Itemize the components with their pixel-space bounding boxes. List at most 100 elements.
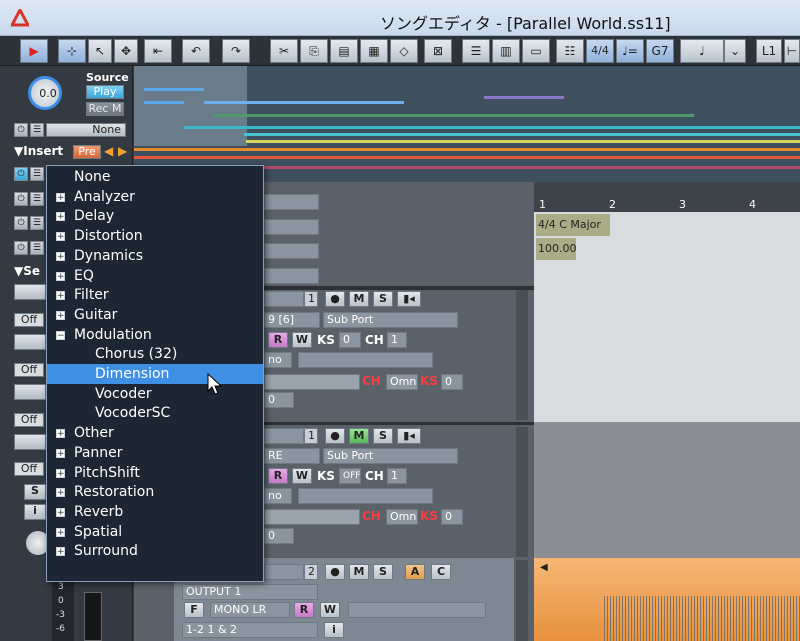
expand-icon[interactable]: + xyxy=(56,232,65,242)
more-button[interactable]: ⊢ xyxy=(784,39,800,63)
send2-bar[interactable] xyxy=(14,334,46,350)
track3-bar[interactable] xyxy=(348,602,486,618)
track1-record-icon[interactable]: ● xyxy=(325,291,345,307)
playhead-marker-icon[interactable]: ◀ xyxy=(540,562,548,573)
slot2-menu-icon[interactable]: ☰ xyxy=(30,192,44,206)
tempo-event[interactable]: 100.00 xyxy=(536,238,577,260)
play-button[interactable]: Play xyxy=(86,85,124,99)
marker-field[interactable] xyxy=(264,194,319,210)
track2-record-icon[interactable]: ● xyxy=(325,428,345,444)
expand-icon[interactable]: + xyxy=(56,271,65,281)
track1-video-icon[interactable]: ▮◂ xyxy=(397,291,421,307)
menu-item-panner[interactable]: + Panner xyxy=(47,443,263,463)
track1-read[interactable]: R xyxy=(268,332,288,348)
menu-item-restoration[interactable]: + Restoration xyxy=(47,482,263,502)
track3-write[interactable]: W xyxy=(320,602,340,618)
pointer-tool-button[interactable]: ↖ xyxy=(88,39,112,63)
send4-off[interactable]: Off xyxy=(14,462,44,476)
slot4-power-icon[interactable]: ⏻ xyxy=(14,241,28,255)
next-icon[interactable]: ▶ xyxy=(118,144,127,158)
track3-solo[interactable]: S xyxy=(373,564,393,580)
track1-mono[interactable]: no xyxy=(264,352,292,368)
expand-icon[interactable]: + xyxy=(56,507,65,517)
track1-omni[interactable]: Omni xyxy=(386,374,418,390)
menu-item-vocoder[interactable]: Vocoder xyxy=(47,384,263,404)
insert-menu-icon[interactable]: ☰ xyxy=(30,167,44,181)
expand-icon[interactable]: + xyxy=(56,291,65,301)
expand-icon[interactable]: + xyxy=(56,212,65,222)
track1-slider[interactable] xyxy=(264,374,360,390)
time-signature-button[interactable]: 4/4 xyxy=(586,39,614,63)
track1-bar[interactable] xyxy=(298,352,433,368)
track2-field[interactable]: RE xyxy=(264,448,320,464)
track1-field[interactable]: 9 [6] xyxy=(264,312,320,328)
menu-item-surround[interactable]: + Surround xyxy=(47,541,263,561)
list-view-button[interactable]: ☰ xyxy=(462,39,490,63)
track2-ks[interactable]: OFF xyxy=(339,468,361,484)
track2-read[interactable]: R xyxy=(268,468,288,484)
slot3-power-icon[interactable]: ⏻ xyxy=(14,216,28,230)
track2-name[interactable] xyxy=(264,428,304,444)
track3-f[interactable]: F xyxy=(184,602,204,618)
menu-item-distortion[interactable]: + Distortion xyxy=(47,226,263,246)
track2-port[interactable]: Sub Port xyxy=(323,448,458,464)
track2-write[interactable]: W xyxy=(292,468,312,484)
collapse-icon[interactable]: − xyxy=(56,330,65,340)
select-tool-button[interactable]: ⊹ xyxy=(58,39,86,63)
menu-item-modulation[interactable]: − Modulation xyxy=(47,325,263,345)
menu-item-none[interactable]: None xyxy=(47,167,263,187)
menu-item-pitchshift[interactable]: + PitchShift xyxy=(47,463,263,483)
marker-button[interactable]: ⊠ xyxy=(424,39,452,63)
menu-item-guitar[interactable]: + Guitar xyxy=(47,305,263,325)
track3-c[interactable]: C xyxy=(431,564,451,580)
expand-icon[interactable]: + xyxy=(56,547,65,557)
track2-omni[interactable]: Omni xyxy=(386,509,418,525)
send2-off[interactable]: Off xyxy=(14,363,44,377)
send1-bar[interactable] xyxy=(14,284,46,300)
timeline[interactable]: 1 2 3 4 4/4 C Major 100.00 ◀ xyxy=(534,182,800,641)
lane-button[interactable]: L1 xyxy=(756,39,782,63)
paste-special-icon[interactable]: ▦ xyxy=(360,39,388,63)
expand-icon[interactable]: + xyxy=(56,251,65,261)
menu-icon[interactable]: ☰ xyxy=(30,123,44,137)
track1-ch[interactable]: 1 xyxy=(387,332,407,348)
undo-button[interactable]: ↶ xyxy=(182,39,210,63)
send3-bar[interactable] xyxy=(14,384,46,400)
track2-zero[interactable]: 0 xyxy=(264,528,294,544)
track-scrollbar[interactable] xyxy=(516,290,528,420)
paste-icon[interactable]: ▤ xyxy=(330,39,358,63)
menu-item-delay[interactable]: + Delay xyxy=(47,206,263,226)
track3-read[interactable]: R xyxy=(294,602,314,618)
eraser-icon[interactable]: ◇ xyxy=(390,39,418,63)
note-length-dropdown[interactable]: ⌄ xyxy=(724,39,746,63)
cut-icon[interactable]: ✂ xyxy=(270,39,298,63)
track3-record-icon[interactable]: ● xyxy=(325,564,345,580)
rec-button[interactable]: Rec M xyxy=(86,102,124,116)
track2-mono[interactable]: no xyxy=(264,488,292,504)
menu-item-dimension[interactable]: Dimension xyxy=(47,364,263,384)
track-view-button[interactable]: ☷ xyxy=(556,39,584,63)
track1-port[interactable]: Sub Port xyxy=(323,312,458,328)
menu-item-vocodersc[interactable]: VocoderSC xyxy=(47,403,263,423)
expand-icon[interactable]: + xyxy=(56,310,65,320)
menu-item-filter[interactable]: + Filter xyxy=(47,285,263,305)
track3-route[interactable]: 1-2 1 & 2 xyxy=(182,622,318,638)
track3-mute[interactable]: M xyxy=(349,564,369,580)
tempo-button[interactable]: ♩= xyxy=(616,39,644,63)
menu-item-reverb[interactable]: + Reverb xyxy=(47,502,263,522)
key-event[interactable]: 4/4 C Major xyxy=(536,214,610,236)
mixer-view-button[interactable]: ▥ xyxy=(492,39,520,63)
chord-field[interactable] xyxy=(264,243,319,259)
track3-name[interactable] xyxy=(264,564,304,580)
expand-icon[interactable]: + xyxy=(56,429,65,439)
track2-video-icon[interactable]: ▮◂ xyxy=(397,428,421,444)
track3-output[interactable]: OUTPUT 1 xyxy=(182,584,318,600)
send3-off[interactable]: Off xyxy=(14,413,44,427)
effect-dropdown-menu[interactable]: None + Analyzer + Delay + Distortion + Dynamics +… xyxy=(46,165,264,582)
track2-ks2[interactable]: 0 xyxy=(441,509,463,525)
track3-info[interactable]: i xyxy=(324,622,344,638)
track-scrollbar-3[interactable] xyxy=(516,560,528,641)
track1-zero[interactable]: 0 xyxy=(264,392,294,408)
track-scrollbar-2[interactable] xyxy=(516,427,528,557)
note-length-select[interactable]: ♩ xyxy=(680,39,724,63)
